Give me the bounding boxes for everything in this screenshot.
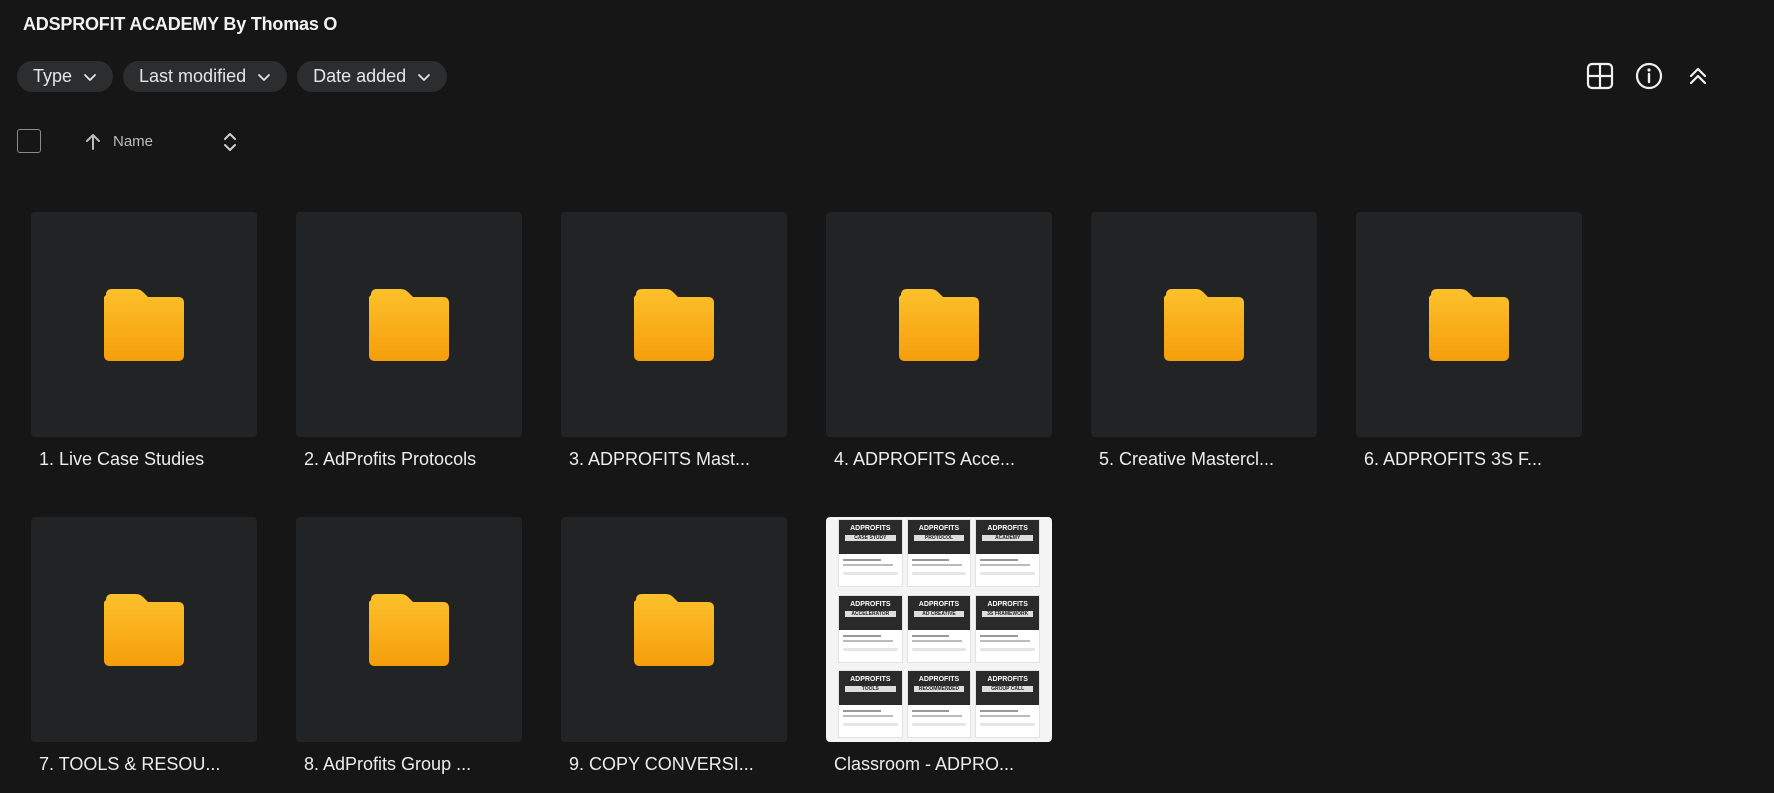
item-name: 7. TOOLS & RESOU... — [39, 754, 221, 774]
preview-card: ADPROFITS ACCELERATOR — [838, 594, 903, 663]
folder-tile[interactable]: 6. ADPROFITS 3S F... — [1356, 212, 1582, 470]
folder-tile[interactable]: 2. AdProfits Protocols — [296, 212, 522, 470]
folder-thumbnail — [296, 517, 522, 742]
image-tile[interactable]: ADPROFITS CASE STUDY ADPROFITS PROTOCOL ADPR… — [826, 517, 1052, 775]
item-name: 9. COPY CONVERSI... — [569, 754, 754, 774]
filter-last-modified-button[interactable]: Last modified — [123, 61, 288, 92]
filter-date-added-button[interactable]: Date added — [297, 61, 448, 92]
chevron-down-icon — [84, 73, 96, 81]
preview-card: ADPROFITS 3S FRAMEWORK — [975, 594, 1040, 663]
item-name: 3. ADPROFITS Mast... — [569, 449, 751, 469]
sort-label: Name — [113, 133, 154, 150]
folder-tile[interactable]: 8. AdProfits Group ... — [296, 517, 522, 775]
grid-view-button[interactable] — [1584, 60, 1616, 92]
folder-icon — [899, 288, 979, 361]
item-name: 1. Live Case Studies — [39, 449, 205, 469]
item-name: 6. ADPROFITS 3S F... — [1364, 449, 1543, 469]
chevron-down-icon — [258, 73, 270, 81]
folder-tile[interactable]: 3. ADPROFITS Mast... — [561, 212, 787, 470]
chevron-down-icon — [418, 73, 431, 81]
preview-card: ADPROFITS CASE STUDY — [838, 519, 903, 587]
filter-date-added-label: Date added — [313, 66, 407, 86]
collapse-button[interactable] — [1682, 60, 1714, 92]
folder-tile[interactable]: 1. Live Case Studies — [31, 212, 257, 470]
folder-icon — [1429, 288, 1509, 361]
folder-icon — [369, 593, 449, 666]
sort-toggle-icon[interactable] — [220, 130, 240, 154]
folder-icon — [104, 593, 184, 666]
preview-card: ADPROFITS PROTOCOL — [906, 519, 972, 587]
folder-thumbnail — [31, 517, 257, 742]
filter-type-button[interactable]: Type — [17, 61, 114, 92]
folder-tile[interactable]: 9. COPY CONVERSI... — [561, 517, 787, 775]
item-name: 5. Creative Mastercl... — [1099, 449, 1275, 469]
image-thumbnail: ADPROFITS CASE STUDY ADPROFITS PROTOCOL ADPR… — [826, 517, 1052, 742]
preview-card: ADPROFITS TOOLS — [838, 670, 903, 739]
sort-bar: Name — [17, 129, 257, 157]
folder-icon — [104, 288, 184, 361]
folder-thumbnail — [296, 212, 522, 437]
folder-thumbnail — [1091, 212, 1317, 437]
folder-icon — [634, 288, 714, 361]
folder-tile[interactable]: 4. ADPROFITS Acce... — [826, 212, 1052, 470]
page-title: ADSPROFIT ACADEMY By Thomas O — [23, 14, 338, 34]
item-name: 8. AdProfits Group ... — [304, 754, 472, 774]
info-button[interactable] — [1633, 60, 1665, 92]
filter-bar: Type Last modified Date added — [17, 61, 448, 92]
preview-card: ADPROFITS RECOMMENDED — [906, 670, 972, 739]
filter-last-modified-label: Last modified — [139, 66, 247, 86]
folder-tile[interactable]: 7. TOOLS & RESOU... — [31, 517, 257, 775]
preview-card: ADPROFITS GROUP CALL — [975, 670, 1040, 739]
view-toolbar — [1584, 60, 1774, 94]
info-icon — [1635, 62, 1663, 90]
collapse-icon — [1689, 67, 1707, 85]
folder-tile[interactable]: 5. Creative Mastercl... — [1091, 212, 1317, 470]
filter-type-label: Type — [33, 66, 73, 86]
preview-card: ADPROFITS AD CREATIVE — [906, 594, 972, 663]
folder-thumbnail — [561, 517, 787, 742]
folder-thumbnail — [1356, 212, 1582, 437]
item-name: 4. ADPROFITS Acce... — [834, 449, 1016, 469]
folder-thumbnail — [561, 212, 787, 437]
folder-icon — [369, 288, 449, 361]
item-name: Classroom - ADPRO... — [834, 754, 1015, 774]
folder-icon — [634, 593, 714, 666]
folder-icon — [1164, 288, 1244, 361]
arrow-up-icon[interactable] — [83, 132, 103, 152]
folder-thumbnail — [826, 212, 1052, 437]
preview-card: ADPROFITS ACADEMY — [975, 519, 1040, 587]
item-name: 2. AdProfits Protocols — [304, 449, 477, 469]
grid-view-icon — [1586, 62, 1614, 90]
folder-thumbnail — [31, 212, 257, 437]
select-all-checkbox[interactable] — [17, 129, 41, 153]
